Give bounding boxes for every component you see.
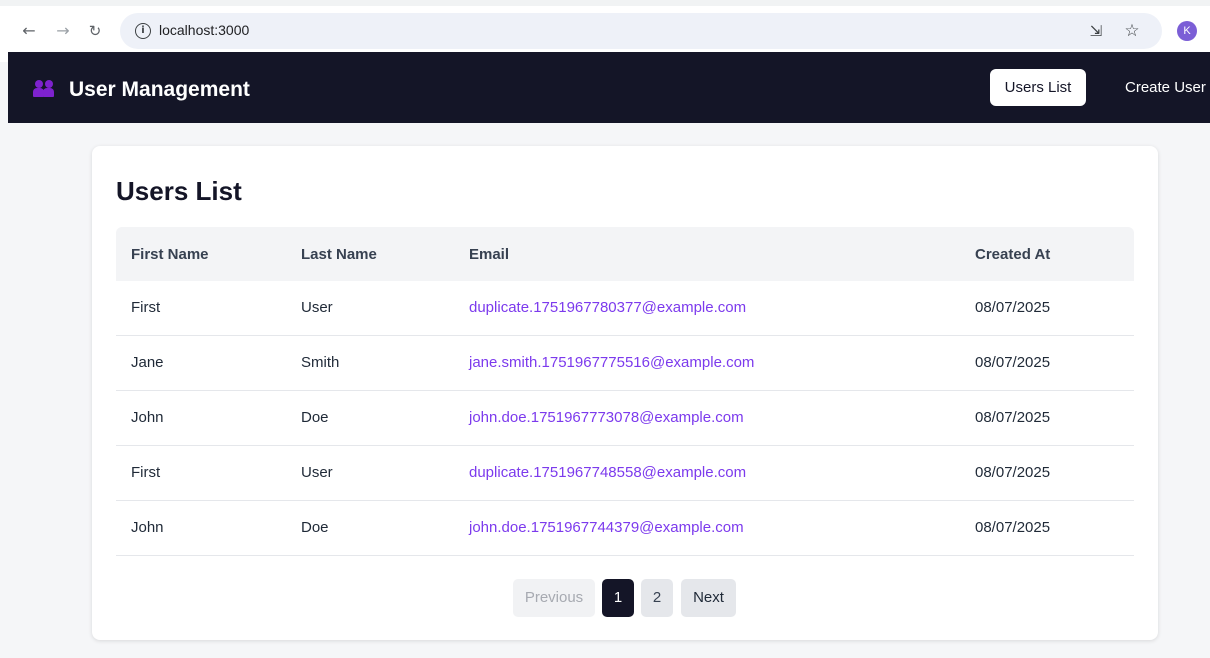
- page-title: Users List: [116, 176, 242, 206]
- users-card: Users List First Name Last Name Email Cr…: [92, 146, 1158, 640]
- forward-arrow-icon[interactable]: →: [52, 20, 74, 42]
- app-header: User Management Users List Create User: [8, 52, 1210, 123]
- last-name-cell: Doe: [301, 409, 329, 426]
- profile-avatar[interactable]: K: [1177, 21, 1197, 41]
- app-title: User Management: [69, 78, 250, 101]
- nav-create-user-link[interactable]: Create User: [1125, 79, 1206, 96]
- first-name-cell: First: [131, 464, 161, 481]
- site-info-icon[interactable]: i: [135, 23, 151, 39]
- pagination-next-button[interactable]: Next: [681, 579, 736, 617]
- email-link[interactable]: duplicate.1751967748558@example.com: [469, 464, 746, 481]
- back-arrow-icon[interactable]: ←: [18, 20, 40, 42]
- column-header-first-name[interactable]: First Name: [131, 246, 209, 263]
- first-name-cell: John: [131, 409, 164, 426]
- created-at-cell: 08/07/2025: [975, 409, 1051, 426]
- first-name-cell: First: [131, 299, 161, 316]
- created-at-cell: 08/07/2025: [975, 519, 1051, 536]
- column-header-email[interactable]: Email: [469, 246, 509, 263]
- table-row: First User duplicate.1751967780377@examp…: [116, 281, 1134, 336]
- last-name-cell: Doe: [301, 519, 329, 536]
- created-at-cell: 08/07/2025: [975, 464, 1051, 481]
- column-header-created-at[interactable]: Created At: [975, 246, 1050, 263]
- nav-users-list-button[interactable]: Users List: [990, 69, 1086, 106]
- column-header-last-name[interactable]: Last Name: [301, 246, 377, 263]
- email-link[interactable]: john.doe.1751967773078@example.com: [469, 409, 744, 426]
- users-icon: [33, 80, 55, 98]
- pagination-previous-button[interactable]: Previous: [513, 579, 595, 617]
- bookmark-star-icon[interactable]: ☆: [1122, 21, 1142, 41]
- last-name-cell: User: [301, 299, 333, 316]
- table-row: Jane Smith jane.smith.1751967775516@exam…: [116, 336, 1134, 391]
- install-app-icon[interactable]: ⇲: [1086, 21, 1106, 41]
- tab-strip: [0, 0, 1210, 6]
- reload-icon[interactable]: ↻: [84, 20, 106, 42]
- email-link[interactable]: john.doe.1751967744379@example.com: [469, 519, 744, 536]
- table-row: John Doe john.doe.1751967773078@example.…: [116, 391, 1134, 446]
- pagination-page-1-button[interactable]: 1: [602, 579, 634, 617]
- email-link[interactable]: duplicate.1751967780377@example.com: [469, 299, 746, 316]
- address-bar[interactable]: i localhost:3000 ⇲ ☆: [120, 13, 1162, 49]
- pagination-page-2-button[interactable]: 2: [641, 579, 673, 617]
- first-name-cell: John: [131, 519, 164, 536]
- created-at-cell: 08/07/2025: [975, 354, 1051, 371]
- last-name-cell: Smith: [301, 354, 340, 371]
- url-text[interactable]: localhost:3000: [159, 22, 249, 38]
- table-row: First User duplicate.1751967748558@examp…: [116, 446, 1134, 501]
- table-header: First Name Last Name Email Created At: [116, 227, 1134, 281]
- first-name-cell: Jane: [131, 354, 164, 371]
- last-name-cell: User: [301, 464, 333, 481]
- email-link[interactable]: jane.smith.1751967775516@example.com: [469, 354, 754, 371]
- created-at-cell: 08/07/2025: [975, 299, 1051, 316]
- table-row: John Doe john.doe.1751967744379@example.…: [116, 501, 1134, 556]
